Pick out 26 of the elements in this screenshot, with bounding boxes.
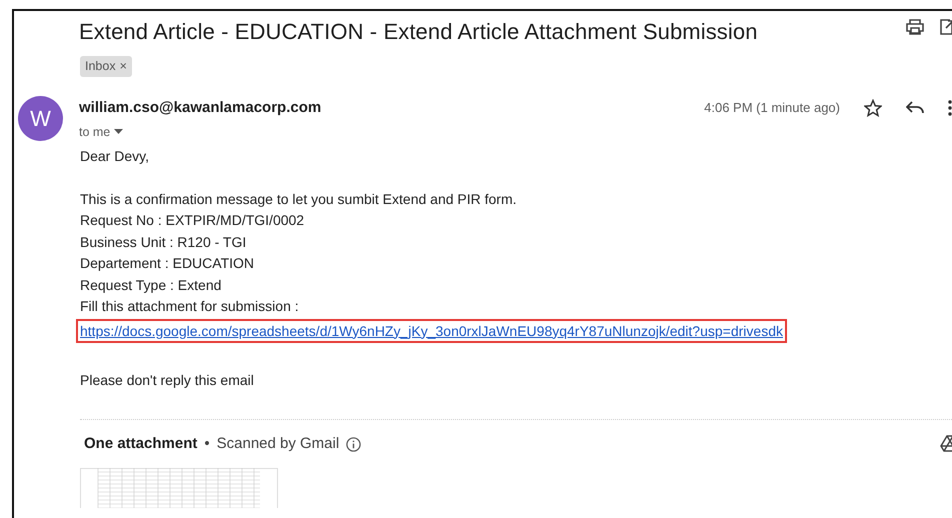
open-new-window-icon[interactable] bbox=[940, 19, 952, 35]
info-icon[interactable] bbox=[346, 436, 362, 452]
sender-email: william.cso@kawanlamacorp.com bbox=[79, 98, 322, 118]
more-options-icon[interactable] bbox=[948, 100, 952, 116]
body-text: Dear Devy, bbox=[80, 146, 149, 166]
caret-icon bbox=[114, 129, 124, 134]
print-icon[interactable] bbox=[906, 19, 924, 35]
attachment-thumbnail[interactable] bbox=[80, 468, 278, 508]
body-text: Please don't reply this email bbox=[80, 370, 254, 390]
scan-note: Scanned by Gmail bbox=[216, 434, 340, 454]
email-time: 4:06 PM (1 minute ago) bbox=[704, 99, 840, 117]
separator-dot: • bbox=[204, 434, 210, 454]
star-button[interactable] bbox=[864, 98, 882, 117]
email-subject: Extend Article - EDUCATION - Extend Article Attachment Submission bbox=[79, 18, 758, 46]
body-text: Business Unit : R120 - TGI bbox=[80, 232, 246, 252]
body-text: This is a confirmation message to let you sumbit Extend and PIR form. bbox=[80, 190, 517, 209]
body-text: Fill this attachment for submission : bbox=[80, 297, 299, 316]
recipient-dropdown[interactable]: to me bbox=[79, 122, 124, 142]
remove-label-button[interactable]: × bbox=[120, 57, 127, 76]
sender-avatar: W bbox=[18, 96, 63, 141]
reply-icon[interactable] bbox=[906, 100, 924, 115]
attachment-title: One attachment bbox=[84, 434, 198, 454]
body-text: Request No : EXTPIR/MD/TGI/0002 bbox=[80, 211, 304, 230]
inbox-label[interactable]: Inbox × bbox=[80, 56, 132, 77]
body-text: Departement : EDUCATION bbox=[80, 254, 254, 273]
body-text: Request Type : Extend bbox=[80, 276, 222, 295]
